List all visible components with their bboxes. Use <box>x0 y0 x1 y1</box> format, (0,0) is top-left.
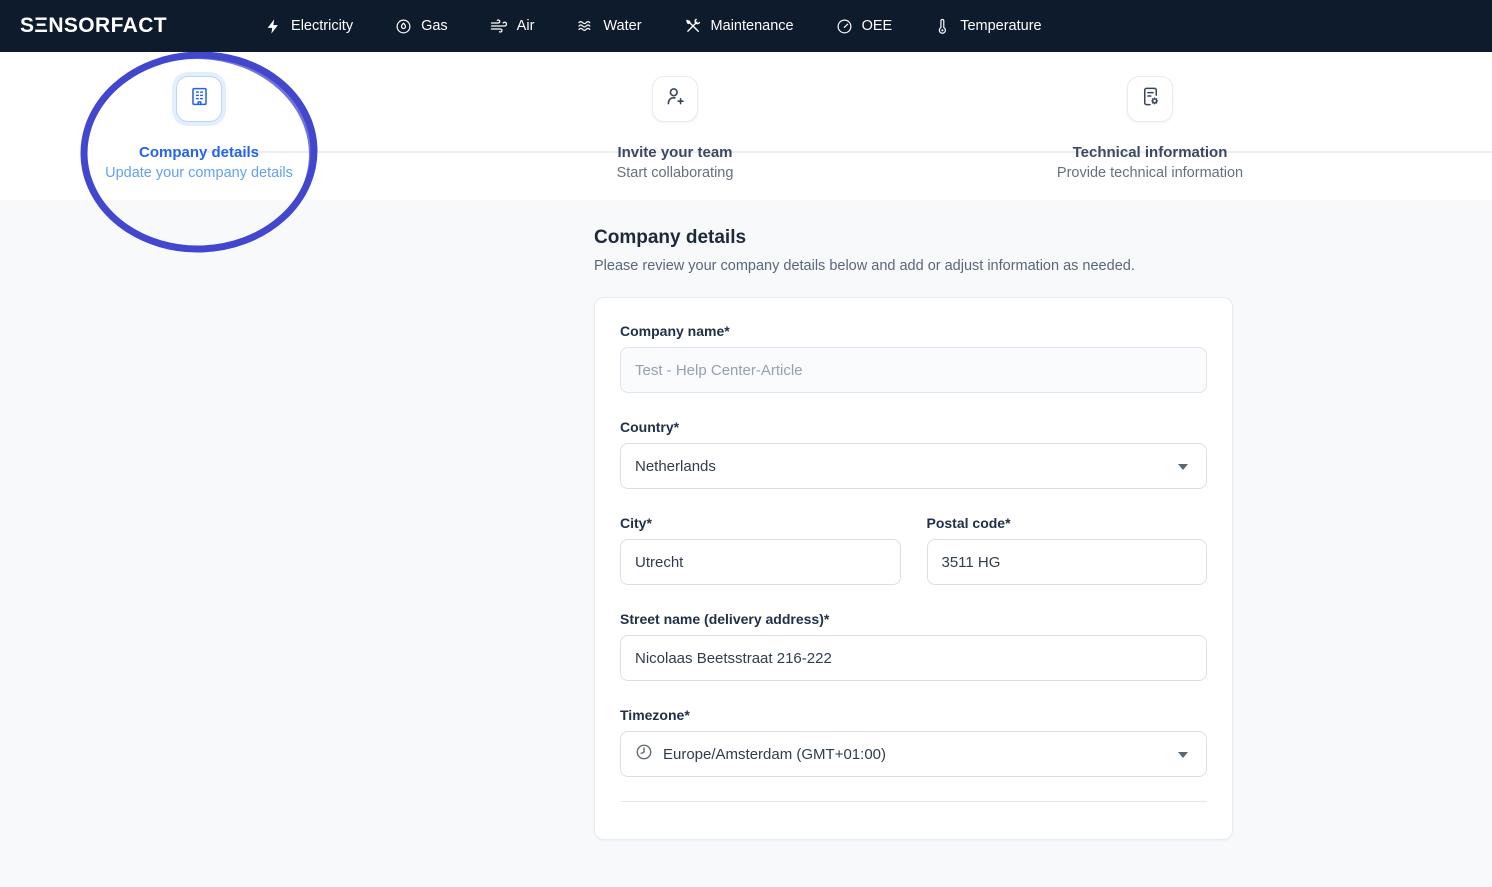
field-postal-code: Postal code* <box>927 515 1208 585</box>
nav-item-label: Electricity <box>291 18 353 34</box>
tools-icon <box>684 17 702 35</box>
page: SΞNSORFACT Electricity Gas <box>0 0 1492 887</box>
chevron-down-icon <box>1178 752 1188 758</box>
nav-item-label: OEE <box>862 18 893 34</box>
field-company-name: Company name* <box>620 323 1207 393</box>
timezone-value: Europe/Amsterdam (GMT+01:00) <box>663 746 886 763</box>
nav-item-air[interactable]: Air <box>490 17 535 35</box>
step-subtitle: Start collaborating <box>505 165 845 181</box>
nav-item-temperature[interactable]: Temperature <box>934 18 1041 35</box>
card-divider <box>620 801 1207 802</box>
postal-code-label: Postal code* <box>927 515 1208 531</box>
company-details-card: Company name* Country* Netherlands City*… <box>594 297 1233 840</box>
step-title: Technical information <box>980 144 1320 161</box>
top-navbar: SΞNSORFACT Electricity Gas <box>0 0 1492 52</box>
water-waves-icon <box>576 17 594 35</box>
user-plus-icon <box>664 85 687 113</box>
nav-item-label: Temperature <box>960 18 1041 34</box>
thermometer-icon <box>934 18 951 35</box>
document-gear-icon <box>1139 85 1162 113</box>
page-subtitle: Please review your company details below… <box>594 258 1234 274</box>
step-icon-box <box>652 76 698 122</box>
field-timezone: Timezone* Europe/Amsterdam (GMT+01:00) <box>620 707 1207 777</box>
nav-item-label: Water <box>603 18 641 34</box>
nav-item-water[interactable]: Water <box>576 17 641 35</box>
street-label: Street name (delivery address)* <box>620 611 1207 627</box>
timezone-label: Timezone* <box>620 707 1207 723</box>
step-subtitle: Update your company details <box>29 165 369 181</box>
step-title: Invite your team <box>505 144 845 161</box>
nav-item-maintenance[interactable]: Maintenance <box>684 17 794 35</box>
chevron-down-icon <box>1178 464 1188 470</box>
nav-item-label: Gas <box>421 18 448 34</box>
step-subtitle: Provide technical information <box>980 165 1320 181</box>
country-value: Netherlands <box>635 458 716 475</box>
nav-item-label: Maintenance <box>711 18 794 34</box>
street-input[interactable] <box>620 635 1207 681</box>
step-invite-team[interactable]: Invite your team Start collaborating <box>505 76 845 181</box>
company-name-input[interactable] <box>620 347 1207 393</box>
lightning-icon <box>265 18 282 35</box>
nav-menu: Electricity Gas Air <box>265 17 1042 35</box>
postal-code-input[interactable] <box>927 539 1208 585</box>
step-company-details[interactable]: Company details Update your company deta… <box>29 76 369 181</box>
field-street: Street name (delivery address)* <box>620 611 1207 681</box>
wind-icon <box>490 17 508 35</box>
nav-item-electricity[interactable]: Electricity <box>265 18 353 35</box>
city-input[interactable] <box>620 539 901 585</box>
country-select[interactable]: Netherlands <box>620 443 1207 489</box>
section-header: Company details Please review your compa… <box>594 227 1234 274</box>
nav-item-oee[interactable]: OEE <box>836 18 893 35</box>
field-country: Country* Netherlands <box>620 419 1207 489</box>
city-label: City* <box>620 515 901 531</box>
step-technical-information[interactable]: Technical information Provide technical … <box>980 76 1320 181</box>
page-title: Company details <box>594 227 1234 249</box>
step-icon-box <box>176 76 222 122</box>
timezone-select[interactable]: Europe/Amsterdam (GMT+01:00) <box>620 731 1207 777</box>
sensorfact-logo: SΞNSORFACT <box>20 14 167 38</box>
country-label: Country* <box>620 419 1207 435</box>
gauge-icon <box>836 18 853 35</box>
city-postal-row: City* Postal code* <box>620 515 1207 585</box>
clock-icon <box>635 743 653 766</box>
field-city: City* <box>620 515 901 585</box>
nav-item-gas[interactable]: Gas <box>395 18 448 35</box>
company-name-label: Company name* <box>620 323 1207 339</box>
flame-icon <box>395 18 412 35</box>
step-icon-box <box>1127 76 1173 122</box>
nav-item-label: Air <box>517 18 535 34</box>
step-title: Company details <box>29 144 369 161</box>
building-icon <box>188 85 211 113</box>
